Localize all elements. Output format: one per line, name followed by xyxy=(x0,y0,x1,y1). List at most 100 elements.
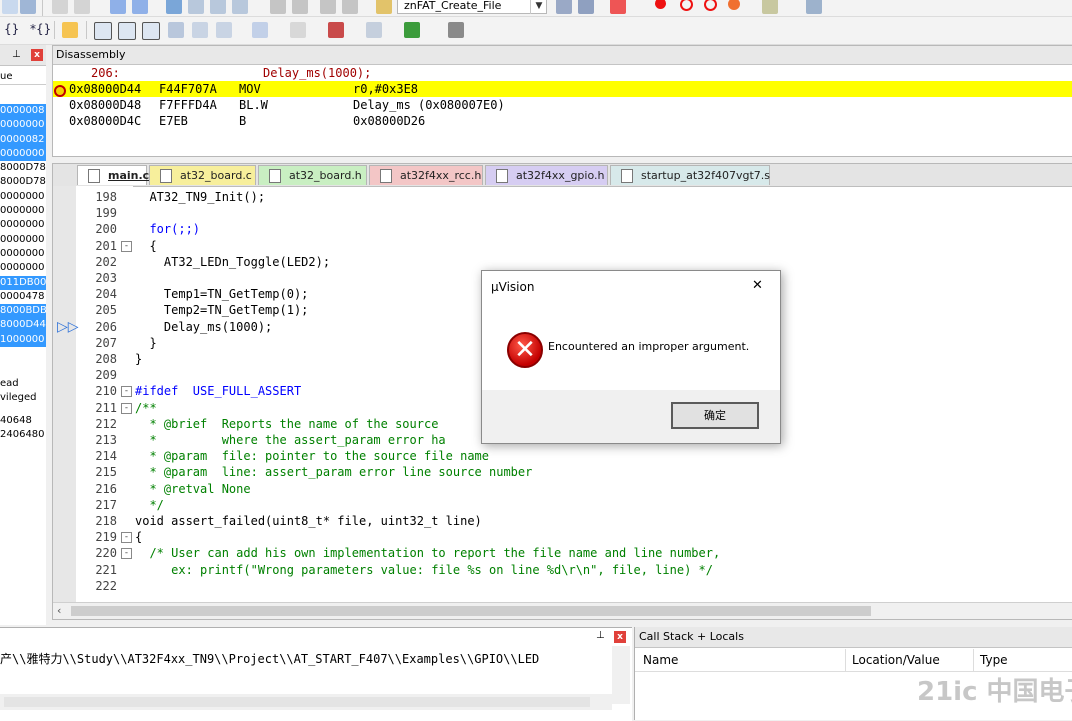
code-line[interactable]: 200 for(;;) xyxy=(53,221,1072,237)
bookmark-icon[interactable] xyxy=(166,0,182,14)
code-line[interactable]: 218 void assert_failed(uint8_t* file, uin… xyxy=(53,513,1072,529)
disassembly-row[interactable]: 0x08000D44 F44F707A MOV r0,#0x3E8 xyxy=(53,81,1072,97)
tab-file[interactable]: startup_at32f407vgt7.s xyxy=(610,165,770,185)
target-select[interactable]: znFAT_Create_File xyxy=(397,0,547,14)
system-viewer-icon[interactable] xyxy=(404,22,420,38)
scroll-left-icon[interactable]: ‹ xyxy=(57,604,61,617)
ok-button[interactable]: 确定 xyxy=(671,402,759,429)
scroll-thumb[interactable] xyxy=(4,697,590,707)
analysis-window-icon[interactable] xyxy=(328,22,344,38)
code-line[interactable]: 221 ex: printf("Wrong parameters value: … xyxy=(53,562,1072,578)
fold-toggle-icon[interactable]: - xyxy=(121,402,132,414)
disassembly-window-icon[interactable] xyxy=(118,22,136,40)
register-value[interactable]: 0000008 xyxy=(0,104,46,119)
code-line[interactable]: 201- { xyxy=(53,238,1072,254)
watch-window-icon[interactable] xyxy=(216,22,232,38)
command-window-icon[interactable] xyxy=(94,22,112,40)
close-icon[interactable]: x xyxy=(614,631,626,643)
tab-file[interactable]: at32f4xx_gpio.h xyxy=(485,165,608,185)
disassembly-row[interactable]: 0x08000D4C E7EB B 0x08000D26 xyxy=(53,113,1072,129)
register-value[interactable]: 0000000 xyxy=(0,146,46,162)
code-line[interactable]: 217 */ xyxy=(53,497,1072,513)
redo-icon[interactable] xyxy=(74,0,90,14)
find-icon[interactable] xyxy=(578,0,594,14)
code-line[interactable]: 198 AT32_TN9_Init(); xyxy=(53,189,1072,205)
navigate-forward-icon[interactable] xyxy=(132,0,148,14)
register-value[interactable]: 0000000 xyxy=(0,118,46,133)
column-header-name[interactable]: Name xyxy=(643,649,678,671)
fold-toggle-icon[interactable]: - xyxy=(121,386,132,398)
uncomment-icon[interactable] xyxy=(342,0,358,14)
tab-file[interactable]: at32_board.h xyxy=(258,165,367,185)
disassembly-source-line[interactable]: 206: Delay_ms(1000); xyxy=(53,65,1072,81)
register-value[interactable]: 011DB00 xyxy=(0,275,46,290)
horizontal-scrollbar[interactable] xyxy=(0,694,612,710)
register-value[interactable]: 0000000 xyxy=(0,218,46,232)
register-value[interactable]: 0000082 xyxy=(0,132,46,147)
breakpoint-kill-icon[interactable] xyxy=(704,0,717,11)
call-stack-window-icon[interactable] xyxy=(192,22,208,38)
chevron-down-icon[interactable]: ▼ xyxy=(530,0,547,14)
tab-file[interactable]: at32f4xx_rcc.h xyxy=(369,165,483,185)
target-options-icon[interactable] xyxy=(376,0,392,14)
unindent-icon[interactable] xyxy=(292,0,308,14)
register-value[interactable]: 1000000 xyxy=(0,332,46,348)
code-line[interactable]: 202 AT32_LEDn_Toggle(LED2); xyxy=(53,254,1072,270)
trace-window-icon[interactable] xyxy=(366,22,382,38)
register-value[interactable]: 0000000 xyxy=(0,204,46,218)
code-line[interactable]: 214 * @param file: pointer to the source… xyxy=(53,448,1072,464)
column-header-location[interactable]: Location/Value xyxy=(845,649,940,671)
run-to-cursor-icon[interactable] xyxy=(62,22,78,38)
column-header-type[interactable]: Type xyxy=(973,649,1008,671)
bookmark-prev-icon[interactable] xyxy=(188,0,204,14)
code-line[interactable]: 216 * @retval None xyxy=(53,481,1072,497)
register-value[interactable]: 0000000 xyxy=(0,190,46,204)
scroll-thumb[interactable] xyxy=(71,606,871,616)
save-icon[interactable] xyxy=(20,0,36,14)
tools-icon[interactable] xyxy=(448,22,464,38)
navigate-back-icon[interactable] xyxy=(110,0,126,14)
register-value[interactable]: 0000000 xyxy=(0,233,46,247)
step-into-icon[interactable]: {} xyxy=(4,22,19,36)
tab-file[interactable]: at32_board.c xyxy=(149,165,256,185)
register-value[interactable]: 8000D44 xyxy=(0,318,46,333)
undo-icon[interactable] xyxy=(52,0,68,14)
register-value[interactable]: 8000D78 xyxy=(0,175,46,189)
tab-file[interactable]: main.c xyxy=(77,165,149,185)
indent-icon[interactable] xyxy=(270,0,286,14)
search-in-files-icon[interactable] xyxy=(556,0,572,14)
horizontal-scrollbar[interactable]: ‹ xyxy=(53,602,1072,619)
memory-window-icon[interactable] xyxy=(252,22,268,38)
pin-icon[interactable]: ⊥ xyxy=(12,45,21,65)
code-line[interactable]: 219-{ xyxy=(53,529,1072,545)
debug-session-icon[interactable] xyxy=(610,0,626,14)
pin-icon[interactable]: ⊥ xyxy=(596,630,605,641)
close-icon[interactable]: x xyxy=(31,49,43,61)
register-value[interactable]: 8000BDB xyxy=(0,304,46,319)
registers-window-icon[interactable] xyxy=(168,22,184,38)
register-value[interactable]: 0000000 xyxy=(0,247,46,261)
breakpoint-icon[interactable] xyxy=(655,0,666,9)
register-value[interactable]: 0000000 xyxy=(0,261,46,275)
comment-icon[interactable] xyxy=(320,0,336,14)
code-line[interactable]: 220- /* User can add his own implementat… xyxy=(53,545,1072,561)
bookmark-clear-icon[interactable] xyxy=(232,0,248,14)
fold-toggle-icon[interactable]: - xyxy=(121,240,132,252)
bookmark-next-icon[interactable] xyxy=(210,0,226,14)
dialog-close-button[interactable]: ✕ xyxy=(752,278,763,293)
step-over-icon[interactable]: *{} xyxy=(30,22,51,36)
code-line[interactable]: 215 * @param line: assert_param error li… xyxy=(53,464,1072,480)
window-layout-icon[interactable] xyxy=(762,0,778,14)
symbols-window-icon[interactable] xyxy=(142,22,160,40)
configure-icon[interactable] xyxy=(806,0,822,14)
register-value[interactable]: 8000D78 xyxy=(0,161,46,175)
open-file-icon[interactable] xyxy=(2,0,18,14)
disassembly-row[interactable]: 0x08000D48 F7FFFD4A BL.W Delay_ms (0x080007… xyxy=(53,97,1072,113)
breakpoint-clear-all-icon[interactable] xyxy=(728,0,740,10)
register-value[interactable]: 0000478 xyxy=(0,290,46,304)
fold-toggle-icon[interactable]: - xyxy=(121,548,132,560)
serial-window-icon[interactable] xyxy=(290,22,306,38)
breakpoint-disable-icon[interactable] xyxy=(680,0,693,11)
code-line[interactable]: 199 xyxy=(53,205,1072,221)
fold-toggle-icon[interactable]: - xyxy=(121,532,132,544)
